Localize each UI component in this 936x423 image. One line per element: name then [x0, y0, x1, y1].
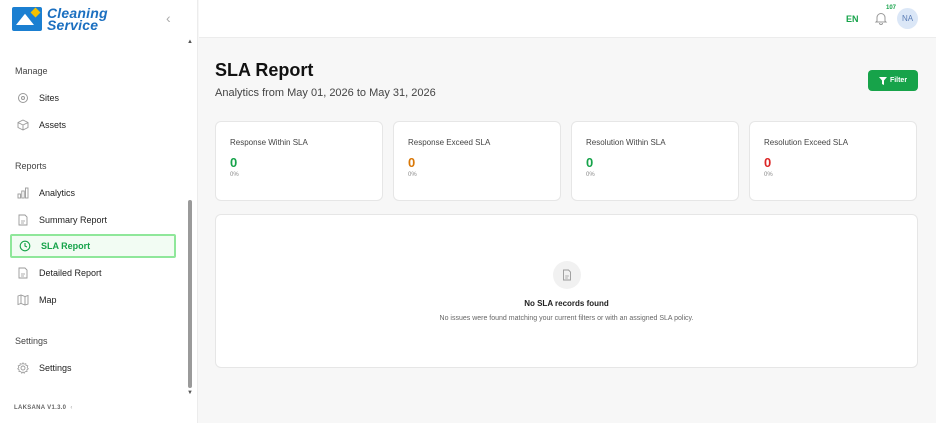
- sidebar-item-map[interactable]: Map: [10, 288, 176, 312]
- document-icon: [16, 213, 30, 227]
- section-title-settings: Settings: [15, 336, 48, 346]
- sla-records-empty-state: No SLA records found No issues were foun…: [215, 214, 918, 368]
- top-header: EN 107 NA: [199, 0, 936, 38]
- sla-summary-cards: Response Within SLA 0 0% Response Exceed…: [215, 121, 918, 201]
- scroll-up-arrow-icon[interactable]: ▲: [187, 39, 193, 45]
- document-icon: [16, 266, 30, 280]
- sidebar-item-summary-report[interactable]: Summary Report: [10, 208, 176, 232]
- notification-bell-icon[interactable]: [874, 11, 888, 25]
- page-subtitle: Analytics from May 01, 2026 to May 31, 2…: [215, 87, 436, 99]
- card-percent: 0%: [408, 172, 417, 178]
- sidebar-item-label: Settings: [39, 363, 72, 373]
- section-title-reports: Reports: [15, 161, 47, 171]
- brand-logo-icon: [12, 7, 42, 31]
- sidebar-item-sites[interactable]: Sites: [10, 86, 176, 110]
- sidebar: Cleaning Service ‹ Manage Sites Assets R…: [0, 0, 198, 423]
- chevron-icon: ‹: [70, 405, 73, 411]
- card-label: Resolution Exceed SLA: [764, 138, 849, 147]
- clock-icon: [18, 239, 32, 253]
- gear-icon: [16, 361, 30, 375]
- notification-count-badge: 107: [886, 5, 897, 11]
- card-label: Resolution Within SLA: [586, 138, 666, 147]
- sidebar-scrollbar-thumb[interactable]: [188, 200, 192, 388]
- brand-logo[interactable]: Cleaning Service: [12, 6, 108, 32]
- card-value: 0: [408, 155, 416, 170]
- sidebar-item-sla-report[interactable]: SLA Report: [10, 234, 176, 258]
- sidebar-item-analytics[interactable]: Analytics: [10, 181, 176, 205]
- language-switcher[interactable]: EN: [846, 14, 859, 24]
- sidebar-item-label: Assets: [39, 120, 67, 130]
- card-percent: 0%: [764, 172, 773, 178]
- empty-document-icon: [553, 261, 581, 289]
- empty-state-description: No issues were found matching your curre…: [439, 315, 694, 322]
- card-response-within-sla: Response Within SLA 0 0%: [215, 121, 383, 201]
- card-value: 0: [586, 155, 594, 170]
- user-avatar[interactable]: NA: [897, 8, 918, 29]
- card-resolution-exceed-sla: Resolution Exceed SLA 0 0%: [749, 121, 917, 201]
- app-version: LAKSANA V1.3.0 ‹: [14, 405, 73, 411]
- location-pin-icon: [16, 91, 30, 105]
- map-icon: [16, 293, 30, 307]
- sidebar-item-detailed-report[interactable]: Detailed Report: [10, 261, 176, 285]
- card-percent: 0%: [586, 172, 595, 178]
- section-title-manage: Manage: [15, 66, 48, 76]
- card-label: Response Within SLA: [230, 138, 308, 147]
- sidebar-item-label: Map: [39, 295, 57, 305]
- card-value: 0: [230, 155, 238, 170]
- cube-icon: [16, 118, 30, 132]
- sidebar-item-label: SLA Report: [41, 241, 91, 251]
- card-value: 0: [764, 155, 772, 170]
- bar-chart-icon: [16, 186, 30, 200]
- card-percent: 0%: [230, 172, 239, 178]
- sidebar-item-label: Analytics: [39, 188, 76, 198]
- sidebar-item-settings[interactable]: Settings: [10, 356, 176, 380]
- filter-funnel-icon: [878, 76, 887, 85]
- filter-button-label: Filter: [889, 77, 908, 84]
- filter-button[interactable]: Filter: [868, 70, 918, 91]
- empty-state-title: No SLA records found: [524, 299, 609, 308]
- sidebar-item-label: Detailed Report: [39, 268, 102, 278]
- sidebar-item-label: Summary Report: [39, 215, 108, 225]
- card-response-exceed-sla: Response Exceed SLA 0 0%: [393, 121, 561, 201]
- card-resolution-within-sla: Resolution Within SLA 0 0%: [571, 121, 739, 201]
- card-label: Response Exceed SLA: [408, 138, 491, 147]
- sidebar-item-label: Sites: [39, 93, 60, 103]
- scroll-down-arrow-icon[interactable]: ▼: [187, 390, 193, 396]
- sidebar-item-assets[interactable]: Assets: [10, 113, 176, 137]
- page-title: SLA Report: [215, 60, 314, 80]
- collapse-sidebar-chevron-left-icon[interactable]: ‹: [166, 10, 171, 26]
